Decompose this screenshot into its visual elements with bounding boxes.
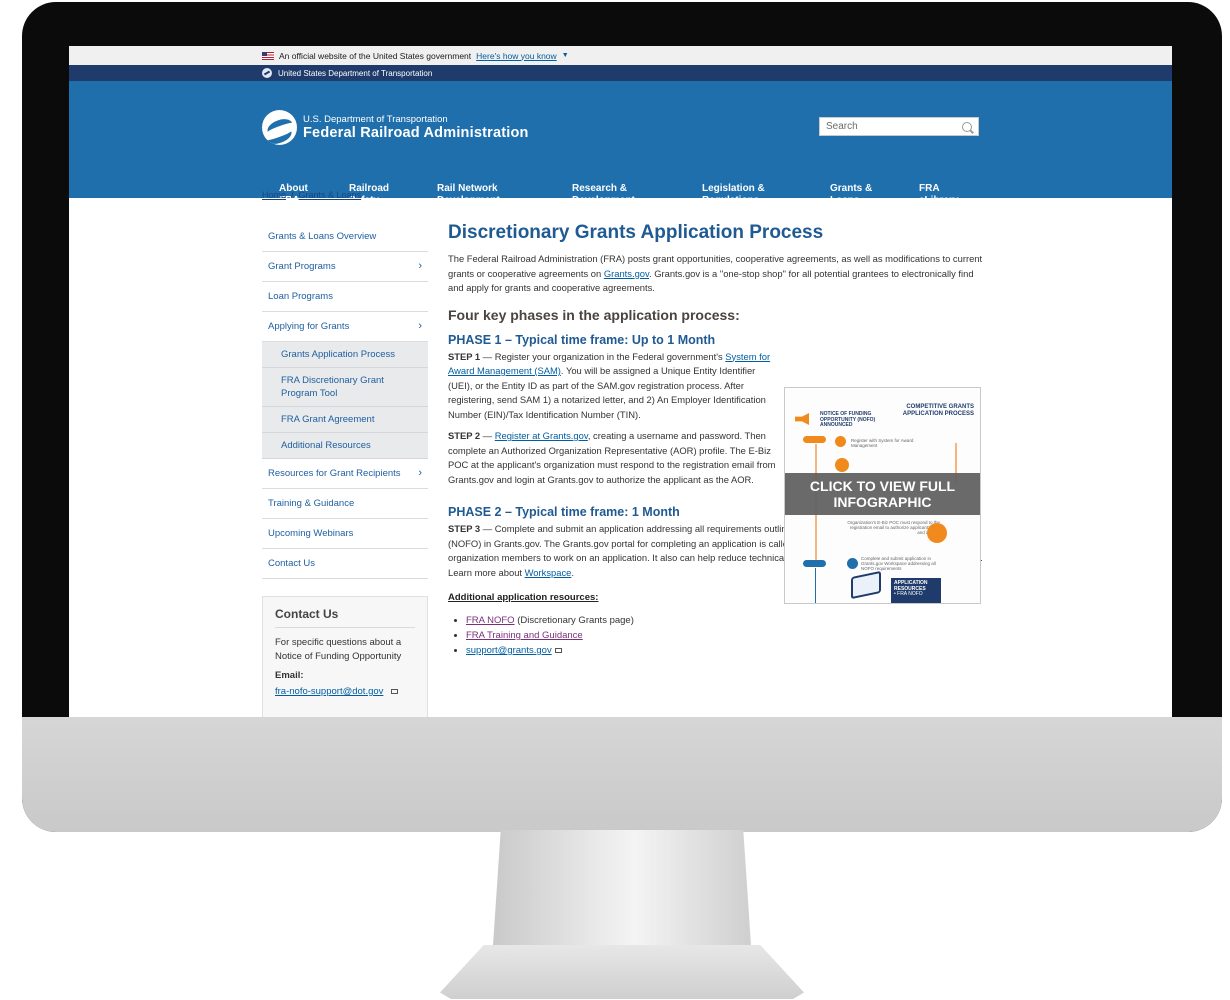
search-icon[interactable] — [962, 121, 972, 132]
search-placeholder: Search — [826, 121, 858, 132]
sidebar-item-contact-us[interactable]: Contact Us — [262, 549, 428, 579]
contact-text: For specific questions about a Notice of… — [275, 637, 402, 662]
dot-bar: United States Department of Transportati… — [69, 65, 1172, 81]
infographic-link[interactable]: COMPETITIVE GRANTS APPLICATION PROCESS N… — [784, 387, 981, 604]
chevron-right-icon[interactable]: › — [418, 467, 422, 480]
contact-box: Contact Us For specific questions about … — [262, 596, 428, 719]
flow-line — [815, 568, 816, 603]
documents-icon — [851, 570, 881, 600]
external-mail-icon — [554, 648, 562, 653]
sidebar-item-grant-programs[interactable]: Grant Programs › — [262, 252, 428, 282]
phase-pill — [803, 436, 826, 443]
nav-grants-loans[interactable]: Grants & Loans — [830, 183, 872, 207]
fra-training-link[interactable]: FRA Training and Guidance — [466, 630, 583, 641]
step-circle-icon — [847, 558, 858, 569]
chevron-down-icon[interactable]: ▼ — [562, 52, 569, 59]
sidebar-subitem-discretionary-grant-tool[interactable]: FRA Discretionary Grant Program Tool — [262, 368, 428, 407]
breadcrumb: Home / Grants & Loans — [262, 190, 361, 200]
brand-line-2: Federal Railroad Administration — [303, 124, 529, 141]
brand-line-1: U.S. Department of Transportation — [303, 113, 448, 125]
infographic-overlay: CLICK TO VIEW FULL INFOGRAPHIC — [785, 473, 980, 515]
infographic-step-c: Complete and submit application in Grant… — [861, 556, 936, 571]
sidebar-item-applying-for-grants[interactable]: Applying for Grants › — [262, 312, 428, 342]
phase-1-title: PHASE 1 – Typical time frame: Up to 1 Mo… — [448, 332, 716, 347]
page-title: Discretionary Grants Application Process — [448, 222, 824, 243]
step-circle-icon — [835, 436, 846, 447]
contact-email-link[interactable]: fra-nofo-support@dot.gov — [275, 686, 383, 697]
site-header: U.S. Department of Transportation Federa… — [69, 81, 1172, 206]
sidebar-item-training-guidance[interactable]: Training & Guidance — [262, 489, 428, 519]
browser-screen: An official website of the United States… — [69, 46, 1172, 719]
register-grants-gov-link[interactable]: Register at Grants.gov — [495, 430, 588, 441]
checkmark-icon — [927, 523, 947, 543]
chevron-right-icon[interactable]: › — [418, 260, 422, 273]
dot-logo-icon — [262, 68, 272, 78]
chevron-right-icon[interactable]: › — [418, 320, 422, 333]
sidebar-item-grants-loans-overview[interactable]: Grants & Loans Overview — [262, 222, 428, 252]
sidebar-nav: Grants & Loans Overview Grant Programs ›… — [262, 222, 428, 579]
infographic-resources: APPLICATION RESOURCES • FRA NOFO — [891, 578, 941, 603]
phase-1-section: PHASE 1 – Typical time frame: Up to 1 Mo… — [448, 333, 778, 488]
contact-email-label: Email: — [275, 670, 304, 681]
phase-pill — [803, 560, 826, 567]
infographic-nofo-label: NOTICE OF FUNDING OPPORTUNITY (NOFO) ANN… — [820, 411, 876, 428]
sidebar-subitem-fra-grant-agreement[interactable]: FRA Grant Agreement — [262, 407, 428, 433]
contact-title: Contact Us — [275, 607, 415, 628]
dot-bar-text: United States Department of Transportati… — [278, 68, 433, 78]
monitor-chin — [22, 717, 1222, 832]
megaphone-icon — [795, 413, 809, 425]
sidebar-item-resources-for-grant-recipients[interactable]: Resources for Grant Recipients › — [262, 459, 428, 489]
site-logo-link[interactable]: U.S. Department of Transportation Federa… — [262, 110, 529, 145]
intro-paragraph: The Federal Railroad Administration (FRA… — [448, 253, 983, 293]
sidebar-item-loan-programs[interactable]: Loan Programs — [262, 282, 428, 312]
sidebar-subitem-additional-resources[interactable]: Additional Resources — [262, 433, 428, 459]
main-content: Discretionary Grants Application Process… — [448, 222, 983, 658]
monitor-frame: An official website of the United States… — [22, 2, 1222, 832]
fra-logo-icon — [262, 110, 297, 145]
list-item: support@grants.gov — [466, 643, 983, 658]
us-flag-icon — [262, 51, 274, 60]
nav-legislation-regulations[interactable]: Legislation & Regulations — [702, 183, 765, 207]
breadcrumb-home-link[interactable]: Home — [262, 190, 286, 200]
monitor-stand-base — [440, 945, 804, 999]
phases-heading: Four key phases in the application proce… — [448, 306, 740, 323]
search-input[interactable]: Search — [819, 117, 979, 136]
gov-banner-text: An official website of the United States… — [279, 50, 472, 61]
resources-list: FRA NOFO (Discretionary Grants page) FRA… — [448, 613, 983, 658]
person-icon — [835, 458, 849, 472]
main-nav: About FRA Railroad Safety Rail Network Deve… — [69, 183, 1172, 213]
support-grants-link[interactable]: support@grants.gov — [466, 645, 552, 656]
breadcrumb-separator: / — [291, 190, 294, 200]
heres-how-you-know-link[interactable]: Here's how you know — [476, 51, 557, 61]
step-1-paragraph: STEP 1 — Register your organization in t… — [448, 350, 771, 420]
step-2-paragraph: STEP 2 — Register at Grants.gov, creatin… — [448, 430, 776, 485]
infographic-header: COMPETITIVE GRANTS APPLICATION PROCESS — [902, 404, 974, 417]
workspace-link[interactable]: Workspace — [525, 567, 572, 578]
breadcrumb-grants-loans-link[interactable]: Grants & Loans — [299, 190, 362, 200]
external-mail-icon — [390, 689, 398, 694]
infographic-step-b: Organization's E-Biz POC must respond to… — [847, 520, 940, 535]
list-item: FRA NOFO (Discretionary Grants page) — [466, 613, 983, 628]
list-item: FRA Training and Guidance — [466, 628, 983, 643]
fra-nofo-link[interactable]: FRA NOFO — [466, 615, 515, 626]
gov-banner: An official website of the United States… — [69, 46, 1172, 65]
nav-rail-network-development[interactable]: Rail Network Development — [437, 183, 500, 207]
nav-fra-elibrary[interactable]: FRA eLibrary — [919, 183, 958, 207]
sidebar-item-upcoming-webinars[interactable]: Upcoming Webinars — [262, 519, 428, 549]
infographic-step-a: Register with System for Award Managemen… — [851, 438, 914, 448]
nav-research-development[interactable]: Research & Development — [572, 183, 635, 207]
sidebar-subitem-grants-application-process[interactable]: Grants Application Process — [262, 342, 428, 368]
grants-gov-link[interactable]: Grants.gov — [604, 268, 649, 279]
